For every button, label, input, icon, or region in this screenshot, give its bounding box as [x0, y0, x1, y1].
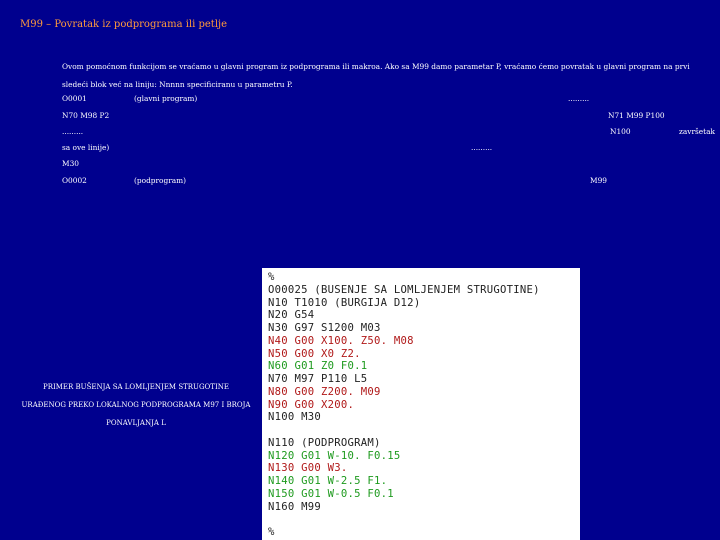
example-o2-comment: (podprogram) [134, 176, 187, 185]
example-n70: N70 M98 P2 [62, 111, 110, 120]
example-zavrsetak: završetak [679, 127, 716, 136]
cnc-code-listing: % O00025 (BUSENJE SA LOMLJENJEM STRUGOTIN… [262, 268, 580, 540]
example-dots-right: ......... [568, 94, 590, 103]
intro-paragraph: Ovom pomoćnom funkcijom se vraćamo u gla… [62, 62, 690, 89]
code-line: N160 M99 [268, 500, 322, 513]
example-o1-comment: (glavni program) [134, 94, 198, 103]
example-dots-left: ......... [62, 127, 84, 136]
figure-caption: PRIMER BUŠENJA SA LOMLJENJEM STRUGOTINE … [21, 383, 251, 427]
example-m30: M30 [62, 159, 79, 168]
example-o2-label: O0002 [62, 176, 87, 185]
example-m99: M99 [590, 176, 607, 185]
example-ova-linija: sa ove linije) [62, 143, 110, 152]
code-line: % [268, 526, 275, 538]
example-dots-mid: ......... [471, 143, 493, 152]
example-n71: N71 M99 P100 [608, 111, 665, 120]
code-line: N100 M30 [268, 411, 322, 424]
example-n100: N100 [610, 127, 631, 136]
example-o1-label: O0001 [62, 94, 87, 103]
page-title: M99 – Povratak iz podprograma ili petlje [20, 19, 228, 30]
